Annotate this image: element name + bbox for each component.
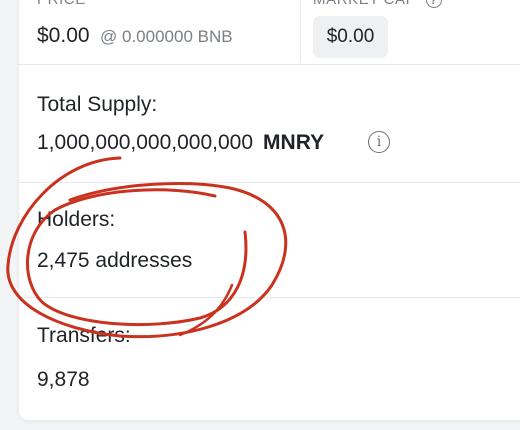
market-cap-label: MARKET CAP	[313, 0, 416, 8]
divider	[18, 297, 520, 298]
holders-value: 2,475 addresses	[37, 249, 193, 272]
price-row: $0.00 @ 0.000000 BNB	[37, 24, 233, 48]
info-icon[interactable]: i	[368, 131, 390, 153]
total-supply-label: Total Supply:	[37, 93, 158, 116]
transfers-label: Transfers:	[37, 324, 131, 347]
question-circle-icon[interactable]: ?	[425, 0, 442, 9]
price-value: $0.00	[37, 24, 90, 47]
market-cap-value[interactable]: $0.00	[313, 16, 388, 58]
holders-label: Holders:	[37, 208, 116, 231]
divider	[18, 64, 520, 65]
total-supply-amount: 1,000,000,000,000,000	[37, 131, 254, 154]
divider	[18, 182, 520, 183]
column-divider	[300, 0, 301, 62]
token-ticker: MNRY	[263, 131, 325, 154]
price-label: PRICE	[37, 0, 86, 8]
total-supply-row: 1,000,000,000,000,000 MNRY	[37, 131, 324, 155]
market-cap-label-row: MARKET CAP ?	[313, 0, 442, 9]
price-bnb: @ 0.000000 BNB	[100, 27, 233, 46]
transfers-value: 9,878	[37, 368, 90, 391]
